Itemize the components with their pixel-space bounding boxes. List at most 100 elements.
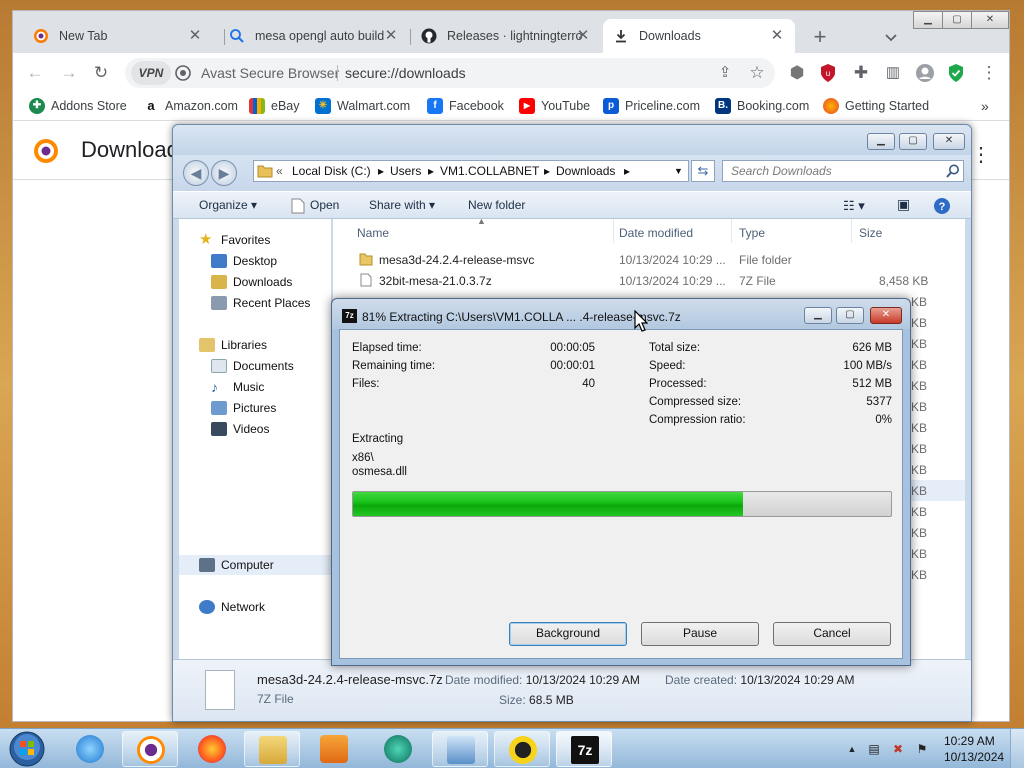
- bookmark-youtube[interactable]: ▶ YouTube: [519, 98, 590, 114]
- chevron-right-icon[interactable]: ▸: [544, 164, 550, 178]
- chevron-down-icon[interactable]: [881, 28, 901, 48]
- view-options-icon[interactable]: ☷ ▾: [843, 198, 865, 214]
- start-orb-icon[interactable]: [2, 729, 52, 768]
- share-with-button[interactable]: Share with ▾: [369, 198, 435, 212]
- bookmark-booking[interactable]: B. Booking.com: [715, 98, 809, 114]
- taskbar-internet-explorer[interactable]: [62, 731, 118, 767]
- nav-computer[interactable]: Computer: [199, 558, 274, 572]
- back-arrow-icon[interactable]: ◀: [183, 160, 209, 186]
- bookmark-amazon[interactable]: a Amazon.com: [143, 98, 238, 114]
- close-icon[interactable]: ✕: [187, 28, 203, 44]
- minimize-button[interactable]: ▁: [913, 11, 943, 29]
- extension-shield-icon[interactable]: ⬢: [787, 63, 807, 83]
- breadcrumb-local-disk[interactable]: Local Disk (C:): [292, 164, 371, 178]
- taskbar-remote-desktop[interactable]: [494, 731, 550, 767]
- sidebar-icon[interactable]: ▥: [883, 63, 903, 83]
- url-text[interactable]: secure://downloads: [345, 65, 466, 81]
- explorer-search-input[interactable]: Search Downloads: [722, 160, 964, 182]
- background-button[interactable]: Background: [509, 622, 627, 646]
- open-button[interactable]: Open: [310, 198, 339, 212]
- more-bookmarks-icon[interactable]: »: [981, 98, 989, 114]
- pause-button[interactable]: Pause: [641, 622, 759, 646]
- table-row[interactable]: mesa3d-24.2.4-release-msvc 10/13/2024 10…: [333, 249, 965, 270]
- forward-arrow-icon[interactable]: ▶: [211, 160, 237, 186]
- nav-documents[interactable]: Documents: [211, 359, 294, 373]
- nav-downloads[interactable]: Downloads: [211, 275, 292, 289]
- maximize-button[interactable]: ▢: [899, 133, 927, 150]
- extensions-puzzle-icon[interactable]: ✚: [851, 63, 871, 83]
- dialog-title-bar[interactable]: 7z 81% Extracting C:\Users\VM1.COLLA ...…: [332, 299, 910, 329]
- bookmark-ebay[interactable]: eBay: [249, 98, 300, 114]
- breadcrumb-users[interactable]: Users: [390, 164, 421, 178]
- network-tray-icon[interactable]: ▤: [866, 741, 882, 757]
- profile-icon[interactable]: [915, 63, 935, 83]
- menu-dots-icon[interactable]: ⋮: [971, 142, 991, 167]
- maximize-button[interactable]: ▢: [942, 11, 972, 29]
- bookmark-addons-store[interactable]: ✚ Addons Store: [29, 98, 127, 114]
- chevron-right-icon[interactable]: ▸: [378, 164, 384, 178]
- ublock-icon[interactable]: u: [819, 63, 837, 83]
- column-header-date[interactable]: Date modified: [619, 226, 693, 240]
- tab-github-releases[interactable]: Releases · lightningterro ✕: [411, 19, 601, 53]
- column-header-name[interactable]: Name: [357, 226, 389, 240]
- chevron-left-icon[interactable]: «: [276, 164, 283, 178]
- nav-network[interactable]: Network: [199, 600, 265, 614]
- table-row[interactable]: 32bit-mesa-21.0.3.7z 10/13/2024 10:29 ..…: [333, 270, 965, 291]
- share-icon[interactable]: ⇪: [715, 63, 735, 83]
- column-header-size[interactable]: Size: [859, 226, 882, 240]
- close-icon[interactable]: ✕: [383, 28, 399, 44]
- taskbar-firefox[interactable]: [184, 731, 240, 767]
- minimize-button[interactable]: ▁: [804, 307, 832, 324]
- taskbar-network-monitor[interactable]: [432, 731, 488, 767]
- avast-shield-check-icon[interactable]: [947, 63, 965, 83]
- refresh-icon[interactable]: ⇆: [691, 160, 715, 182]
- new-folder-button[interactable]: New folder: [468, 198, 525, 212]
- taskbar-globe-app[interactable]: [370, 731, 426, 767]
- nav-music[interactable]: ♪ Music: [211, 380, 264, 394]
- nav-libraries[interactable]: Libraries: [199, 338, 267, 352]
- cancel-button[interactable]: Cancel: [773, 622, 891, 646]
- organize-button[interactable]: Organize ▾: [199, 198, 257, 212]
- search-icon[interactable]: [945, 163, 961, 179]
- chevron-down-icon[interactable]: ▼: [674, 166, 683, 176]
- back-arrow-icon[interactable]: ←: [25, 63, 45, 83]
- close-window-button[interactable]: ✕: [870, 307, 902, 324]
- minimize-button[interactable]: ▁: [867, 133, 895, 150]
- tab-new-tab[interactable]: New Tab ✕: [23, 19, 213, 53]
- nav-favorites[interactable]: ★ Favorites: [199, 232, 270, 247]
- volume-muted-icon[interactable]: ✖: [890, 741, 906, 757]
- taskbar-7zip[interactable]: 7z: [556, 731, 612, 767]
- chevron-right-icon[interactable]: ▸: [624, 164, 630, 178]
- taskbar-file-explorer[interactable]: [244, 731, 300, 767]
- taskbar-avast-browser[interactable]: [122, 731, 178, 767]
- close-icon[interactable]: ✕: [769, 28, 785, 44]
- show-desktop-button[interactable]: [1010, 729, 1024, 768]
- taskbar-media-player[interactable]: [306, 731, 362, 767]
- bookmark-getting-started[interactable]: Getting Started: [823, 98, 929, 114]
- maximize-button[interactable]: ▢: [836, 307, 864, 324]
- explorer-address-bar[interactable]: « Local Disk (C:) ▸ Users ▸ VM1.COLLABNE…: [253, 160, 689, 182]
- close-window-button[interactable]: ✕: [933, 133, 965, 150]
- menu-dots-icon[interactable]: ⋮: [979, 63, 999, 83]
- close-icon[interactable]: ✕: [575, 28, 591, 44]
- bookmark-priceline[interactable]: p Priceline.com: [603, 98, 700, 114]
- bookmark-walmart[interactable]: ✳ Walmart.com: [315, 98, 410, 114]
- tab-downloads[interactable]: Downloads ✕: [603, 19, 795, 53]
- tray-overflow-icon[interactable]: ▲: [844, 741, 860, 757]
- nav-pictures[interactable]: Pictures: [211, 401, 276, 415]
- clock-date[interactable]: 10/13/2024: [944, 750, 1004, 764]
- chevron-right-icon[interactable]: ▸: [428, 164, 434, 178]
- explorer-title-bar[interactable]: ▁ ▢ ✕: [173, 125, 971, 155]
- column-header-type[interactable]: Type: [739, 226, 765, 240]
- nav-desktop[interactable]: Desktop: [211, 254, 277, 268]
- breadcrumb-downloads[interactable]: Downloads: [556, 164, 615, 178]
- breadcrumb-user-folder[interactable]: VM1.COLLABNET: [440, 164, 539, 178]
- bookmark-facebook[interactable]: f Facebook: [427, 98, 504, 114]
- address-bar[interactable]: VPN Avast Secure Browser secure://downlo…: [125, 58, 775, 88]
- reload-icon[interactable]: ↻: [91, 63, 111, 83]
- preview-pane-icon[interactable]: ▣: [897, 196, 910, 213]
- bookmark-star-icon[interactable]: ☆: [747, 63, 767, 83]
- new-tab-button[interactable]: +: [808, 26, 832, 50]
- help-icon[interactable]: ?: [933, 197, 951, 215]
- vpn-button[interactable]: VPN: [131, 61, 171, 85]
